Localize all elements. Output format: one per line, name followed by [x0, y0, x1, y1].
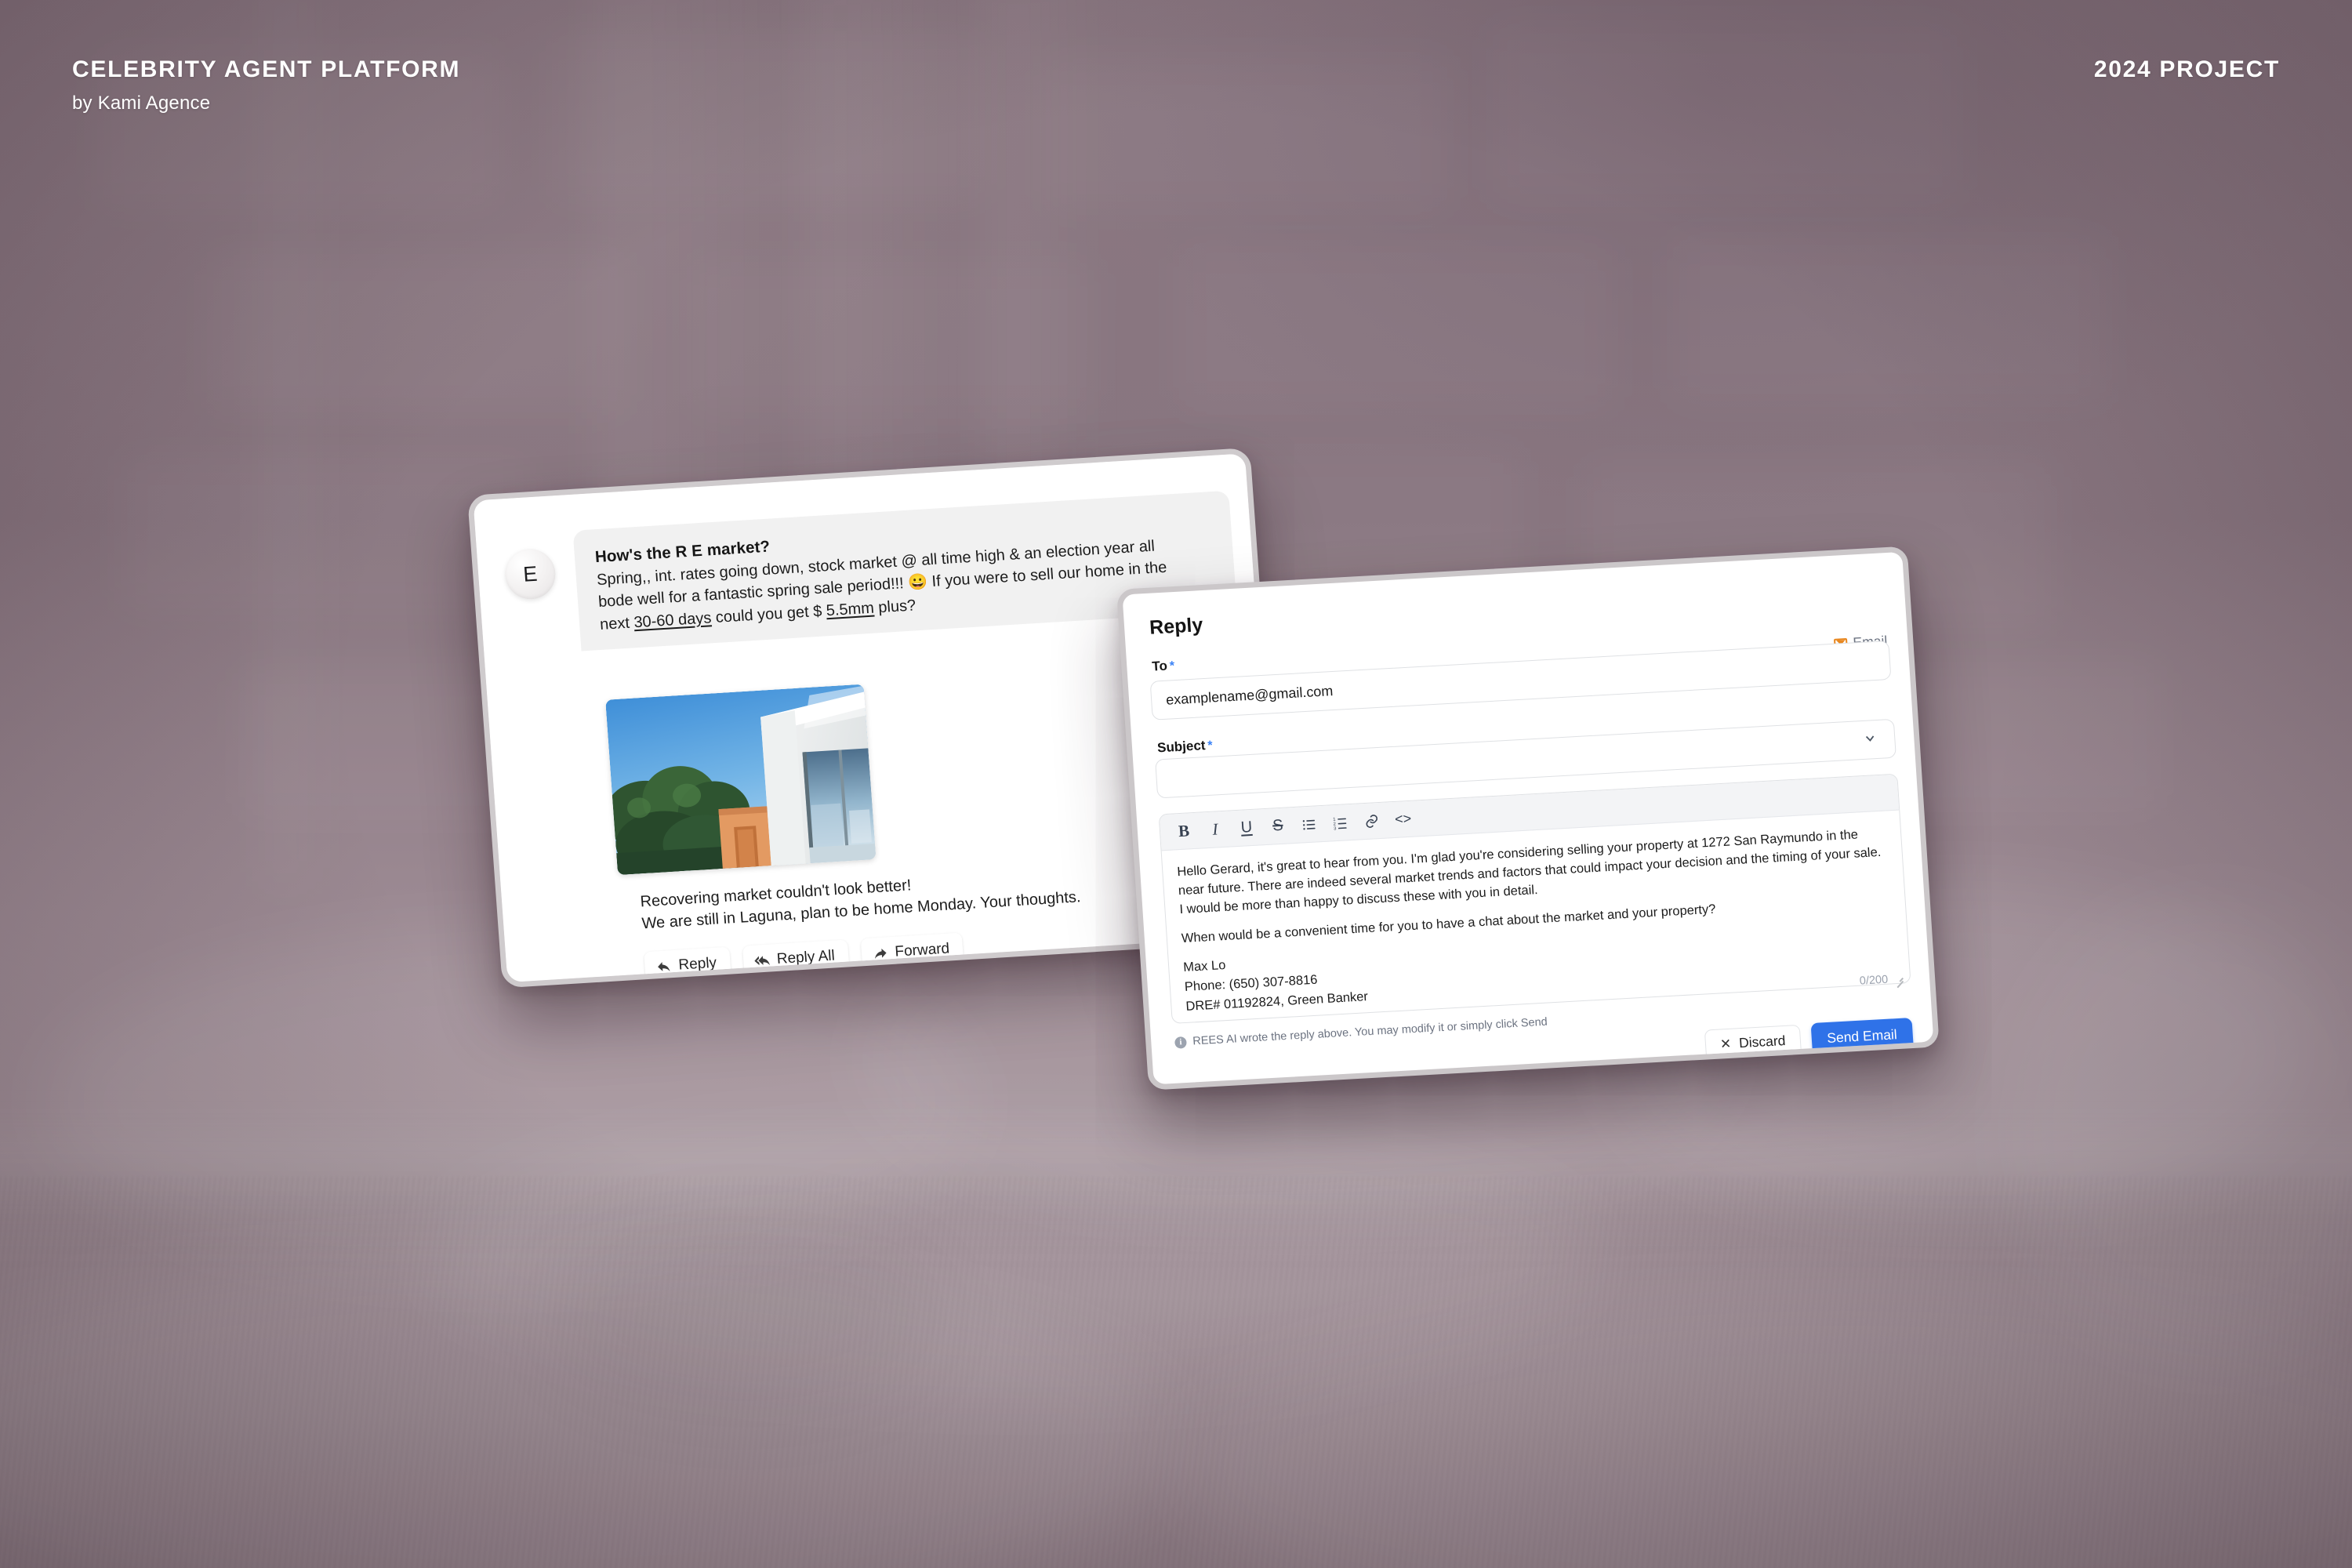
ai-footnote: i REES AI wrote the reply above. You may…: [1174, 1016, 1548, 1049]
reply-all-button-label: Reply All: [776, 947, 836, 967]
chevron-down-icon[interactable]: [1863, 731, 1878, 746]
forward-button-label: Forward: [894, 940, 950, 960]
email-body-line-3b: could you get $: [710, 602, 827, 627]
bold-icon[interactable]: B: [1167, 815, 1201, 848]
email-body-line-3c: plus?: [873, 597, 916, 617]
bulleted-list-icon[interactable]: [1293, 808, 1327, 840]
reply-compose-panel: Reply To* Email examplename@gmail.com Su…: [1116, 546, 1940, 1091]
reply-arrow-icon: [658, 962, 670, 971]
underline-icon[interactable]: U: [1230, 811, 1264, 844]
resize-handle-icon[interactable]: [1894, 975, 1904, 984]
reply-button-label: Reply: [677, 954, 717, 974]
italic-icon[interactable]: I: [1199, 813, 1232, 846]
strikethrough-icon[interactable]: S: [1261, 810, 1295, 843]
link-icon[interactable]: [1355, 804, 1388, 837]
reply-all-arrow-icon: [753, 956, 770, 966]
discard-button-label: Discard: [1738, 1032, 1787, 1051]
ai-footnote-text: REES AI wrote the reply above. You may m…: [1192, 1015, 1548, 1048]
to-field-label: To *: [1152, 658, 1175, 675]
to-input[interactable]: examplename@gmail.com: [1149, 640, 1892, 720]
property-photo: [605, 684, 877, 876]
header-right-label: 2024 PROJECT: [2093, 56, 2280, 82]
email-body-underline-days: 30-60 days: [633, 609, 713, 632]
smile-emoji: 😀: [907, 573, 928, 593]
discard-button[interactable]: ✕ Discard: [1704, 1024, 1802, 1061]
numbered-list-icon[interactable]: 123: [1324, 806, 1358, 839]
header-left: CELEBRITY AGENT PLATFORM by Kami Agence: [72, 56, 460, 114]
close-x-icon: ✕: [1719, 1036, 1732, 1052]
code-icon[interactable]: <>: [1386, 803, 1420, 836]
character-counter: 0/200: [1859, 973, 1889, 988]
email-body-underline-price: 5.5mm: [826, 599, 875, 620]
to-label-text: To: [1151, 658, 1168, 674]
required-asterisk: *: [1207, 739, 1214, 753]
subject-label-text: Subject: [1156, 738, 1207, 756]
subject-field-label: Subject *: [1157, 738, 1214, 757]
page-title: CELEBRITY AGENT PLATFORM: [72, 56, 461, 82]
rich-text-editor: B I U S 123 <> Hello Gerard, it's great …: [1158, 773, 1911, 1024]
reply-panel-title: Reply: [1149, 614, 1204, 639]
to-input-value: examplename@gmail.com: [1165, 682, 1334, 708]
character-counter-row: 0/200: [1859, 973, 1903, 988]
forward-arrow-icon: [874, 948, 887, 960]
info-icon: i: [1174, 1036, 1187, 1049]
svg-text:3: 3: [1334, 826, 1337, 831]
avatar: E: [503, 547, 557, 601]
required-asterisk: *: [1169, 659, 1175, 673]
email-body-line-3a: next: [599, 614, 635, 633]
page-subtitle: by Kami Agence: [72, 93, 211, 114]
email-closing: Recovering market couldn't look better! …: [640, 864, 1082, 935]
